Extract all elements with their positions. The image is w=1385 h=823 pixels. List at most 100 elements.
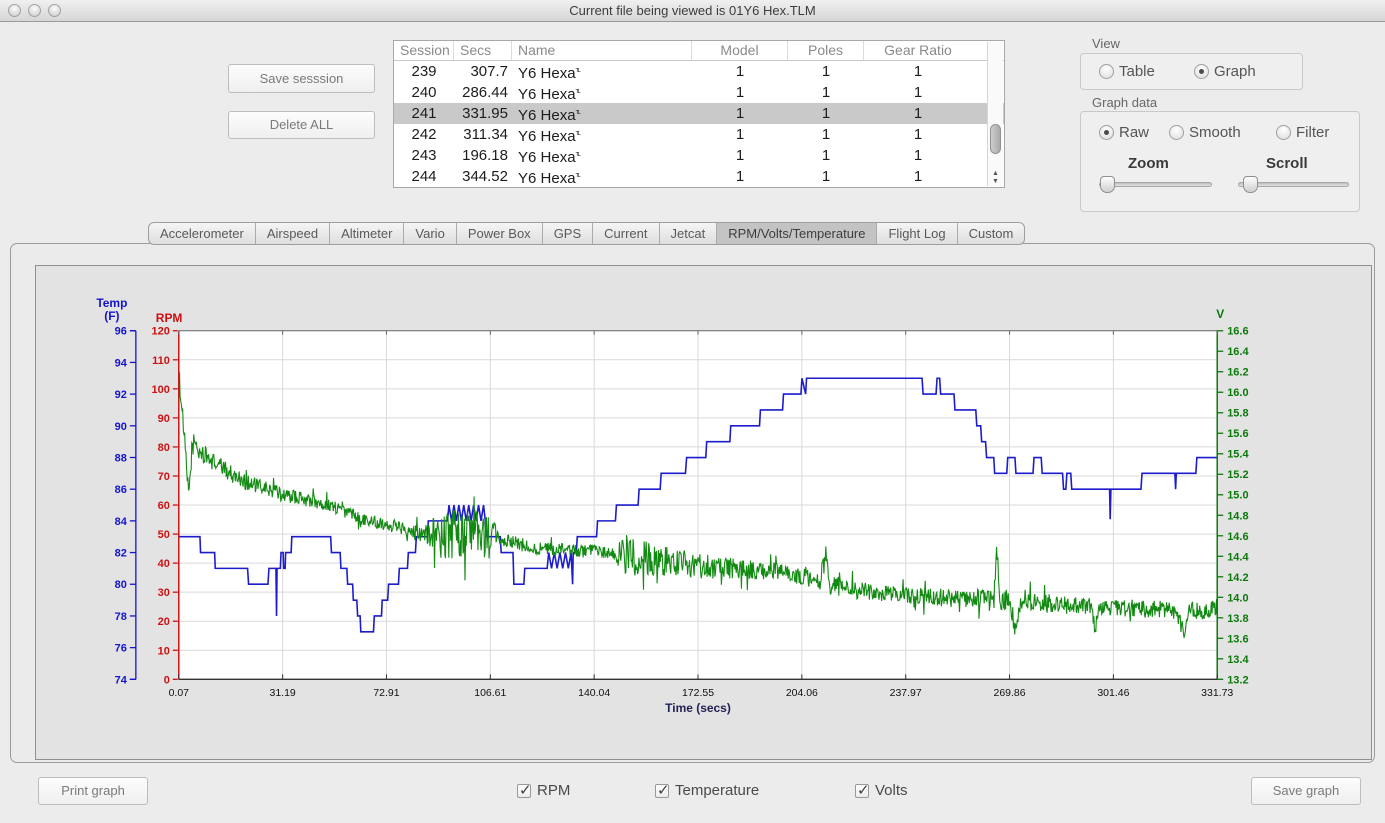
view-group-label: View — [1092, 36, 1120, 51]
temp-tick-label: 88 — [115, 452, 127, 464]
volts-tick-label: 15.6 — [1227, 428, 1248, 440]
session-table-header: SessionSecsNameModelPolesGear Ratio — [394, 41, 1004, 61]
gear_ratio-cell: 1 — [864, 145, 972, 166]
secs-cell: 286.44 — [454, 82, 512, 103]
tab-vario[interactable]: Vario — [404, 223, 456, 244]
volts-tick-label: 14.0 — [1227, 592, 1248, 604]
checkbox-volts[interactable]: Volts — [855, 782, 908, 799]
gear_ratio-cell: 1 — [864, 124, 972, 145]
checkbox-icon — [517, 784, 531, 798]
chart-panel: 1201101009080706050403020100RPM969492908… — [35, 265, 1372, 760]
volts-tick-label: 16.2 — [1227, 367, 1248, 379]
checkbox-label: Temperature — [675, 782, 759, 799]
window-title: Current file being viewed is 01Y6 Hex.TL… — [0, 0, 1385, 21]
column-header[interactable]: Secs — [454, 41, 512, 60]
rpm-tick-label: 70 — [158, 471, 170, 483]
column-header[interactable]: Model — [692, 41, 788, 60]
model-cell: 1 — [692, 124, 788, 145]
poles-cell: 1 — [788, 145, 864, 166]
column-header[interactable]: Gear Ratio — [864, 41, 972, 60]
tab-accelerometer[interactable]: Accelerometer — [149, 223, 256, 244]
tab-airspeed[interactable]: Airspeed — [256, 223, 330, 244]
x-tick-label: 0.07 — [169, 688, 190, 699]
temp-tick-label: 86 — [115, 484, 127, 496]
table-row[interactable]: 240286.44Y6 Hexaᵀᴸ111 — [394, 82, 1004, 103]
table-row[interactable]: 239307.7Y6 Hexaᵀᴸ111 — [394, 61, 1004, 82]
session-table[interactable]: SessionSecsNameModelPolesGear Ratio 2393… — [393, 40, 1005, 188]
tab-flight-log[interactable]: Flight Log — [877, 223, 957, 244]
rpm-tick-label: 0 — [164, 674, 170, 686]
x-tick-label: 140.04 — [578, 688, 610, 699]
scrollbar-thumb[interactable] — [990, 124, 1001, 154]
session-cell: 243 — [394, 145, 454, 166]
table-row[interactable]: 243196.18Y6 Hexaᵀᴸ111 — [394, 145, 1004, 166]
temp-tick-label: 82 — [115, 548, 127, 560]
print-graph-button[interactable]: Print graph — [38, 777, 148, 805]
table-row[interactable]: 242311.34Y6 Hexaᵀᴸ111 — [394, 124, 1004, 145]
delete-all-button[interactable]: Delete ALL — [228, 111, 375, 139]
scrollbar-arrows[interactable]: ▲▼ — [988, 170, 1003, 186]
tab-power-box[interactable]: Power Box — [457, 223, 543, 244]
model-cell: 1 — [692, 145, 788, 166]
save-session-button[interactable]: Save sesssion — [228, 64, 375, 93]
tab-rpm-volts-temperature[interactable]: RPM/Volts/Temperature — [717, 223, 877, 244]
zoom-slider[interactable] — [1099, 182, 1212, 187]
rpm-tick-label: 90 — [158, 413, 170, 425]
graph-data-group-box: Zoom Scroll RawSmoothFilter — [1080, 111, 1360, 212]
volts-tick-label: 13.6 — [1227, 633, 1248, 645]
tab-gps[interactable]: GPS — [543, 223, 593, 244]
table-scrollbar[interactable]: ▲▼ — [987, 42, 1003, 186]
session-cell: 239 — [394, 61, 454, 82]
model-cell: 1 — [692, 61, 788, 82]
checkbox-temperature[interactable]: Temperature — [655, 782, 759, 799]
radio-label: Filter — [1296, 124, 1329, 141]
tab-custom[interactable]: Custom — [958, 223, 1025, 244]
radio-circle-icon — [1099, 125, 1114, 140]
scroll-slider-thumb[interactable] — [1243, 176, 1258, 193]
column-header[interactable]: Session — [394, 41, 454, 60]
zoom-slider-thumb[interactable] — [1100, 176, 1115, 193]
tab-jetcat[interactable]: Jetcat — [660, 223, 718, 244]
name-cell: Y6 Hexaᵀᴸ — [512, 145, 692, 166]
tab-current[interactable]: Current — [593, 223, 659, 244]
poles-cell: 1 — [788, 124, 864, 145]
view-radio-graph[interactable]: Graph — [1194, 63, 1256, 80]
scroll-slider-label: Scroll — [1266, 155, 1308, 172]
view-radio-table[interactable]: Table — [1099, 63, 1155, 80]
radio-label: Graph — [1214, 63, 1256, 80]
name-cell: Y6 Hexaᵀᴸ — [512, 166, 692, 187]
poles-cell: 1 — [788, 82, 864, 103]
rpm-tick-label: 110 — [152, 355, 170, 367]
name-suffix: ᵀᴸ — [576, 67, 580, 76]
model-cell: 1 — [692, 103, 788, 124]
rpm-tick-label: 80 — [158, 442, 170, 454]
graphdata-radio-raw[interactable]: Raw — [1099, 124, 1149, 141]
x-tick-label: 269.86 — [994, 688, 1026, 699]
save-graph-button[interactable]: Save graph — [1251, 777, 1361, 805]
graph-data-group-label: Graph data — [1092, 95, 1157, 110]
rpm-tick-label: 60 — [158, 500, 170, 512]
x-axis-title: Time (secs) — [665, 701, 731, 715]
radio-label: Table — [1119, 63, 1155, 80]
temp-tick-label: 76 — [115, 643, 127, 655]
checkbox-icon — [855, 784, 869, 798]
scroll-slider[interactable] — [1238, 182, 1349, 187]
radio-circle-icon — [1099, 64, 1114, 79]
temp-tick-label: 92 — [115, 389, 127, 401]
name-cell: Y6 Hexaᵀᴸ — [512, 82, 692, 103]
temp-axis-title: Temp — [96, 296, 127, 310]
table-row[interactable]: 244344.52Y6 Hexaᵀᴸ111 — [394, 166, 1004, 187]
temp-tick-label: 90 — [115, 421, 127, 433]
session-cell: 242 — [394, 124, 454, 145]
table-row[interactable]: 241331.95Y6 Hexaᵀᴸ111 — [394, 103, 1004, 124]
checkbox-rpm[interactable]: RPM — [517, 782, 570, 799]
graphdata-radio-smooth[interactable]: Smooth — [1169, 124, 1241, 141]
column-header[interactable]: Name — [512, 41, 692, 60]
poles-cell: 1 — [788, 103, 864, 124]
rpm-tick-label: 20 — [158, 616, 170, 628]
session-cell: 241 — [394, 103, 454, 124]
column-header[interactable]: Poles — [788, 41, 864, 60]
graphdata-radio-filter[interactable]: Filter — [1276, 124, 1329, 141]
secs-cell: 307.7 — [454, 61, 512, 82]
tab-altimeter[interactable]: Altimeter — [330, 223, 404, 244]
